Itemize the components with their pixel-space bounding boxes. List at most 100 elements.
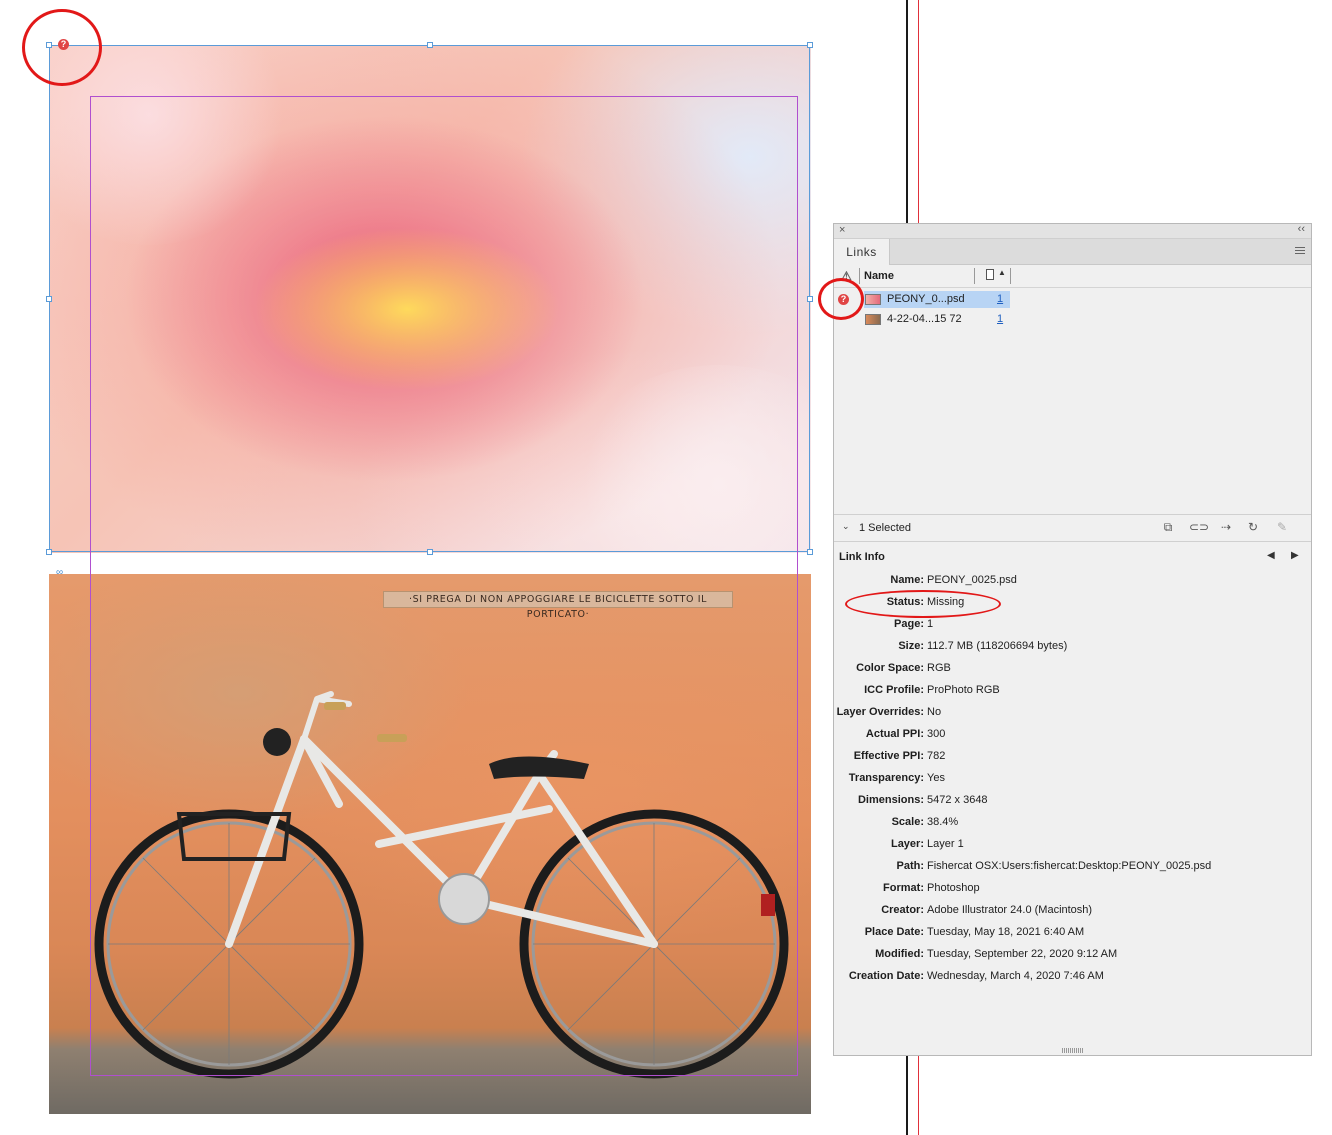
info-label: Name: bbox=[890, 574, 924, 586]
info-value: Wednesday, March 4, 2020 7:46 AM bbox=[927, 970, 1104, 982]
chevron-down-icon[interactable]: ⌄ bbox=[842, 521, 850, 532]
info-row-layer-overrides: Layer Overrides: No bbox=[834, 706, 1311, 728]
info-label: Transparency: bbox=[848, 772, 924, 784]
edit-original-icon[interactable]: ✎ bbox=[1274, 520, 1290, 534]
links-panel: × ‹‹ Links ⚠ Name ▲ ? PEONY_0...psd 1 4-… bbox=[833, 223, 1312, 1056]
resize-handle[interactable] bbox=[807, 296, 813, 302]
info-row-creation-date: Creation Date: Wednesday, March 4, 2020 7… bbox=[834, 970, 1311, 992]
info-label: Color Space: bbox=[856, 662, 924, 674]
resize-handle[interactable] bbox=[807, 42, 813, 48]
info-value: Tuesday, September 22, 2020 9:12 AM bbox=[927, 948, 1118, 960]
column-separator[interactable] bbox=[974, 268, 975, 284]
resize-handle[interactable] bbox=[807, 549, 813, 555]
info-value: ProPhoto RGB bbox=[927, 684, 1000, 696]
info-row-path: Path: Fishercat OSX:Users:fishercat:Deskt… bbox=[834, 860, 1311, 882]
info-value: Tuesday, May 18, 2021 6:40 AM bbox=[927, 926, 1085, 938]
info-row-dimensions: Dimensions: 5472 x 3648 bbox=[834, 794, 1311, 816]
info-label: Effective PPI: bbox=[853, 750, 924, 762]
panel-tab-row: Links bbox=[834, 239, 1311, 265]
info-label: Path: bbox=[896, 860, 925, 872]
link-info-header: Link Info ◀ ▶ bbox=[834, 546, 1311, 568]
info-value: 112.7 MB (118206694 bytes) bbox=[927, 640, 1068, 652]
info-value: 300 bbox=[927, 728, 946, 740]
info-row-transparency: Transparency: Yes bbox=[834, 772, 1311, 794]
annotation-circle bbox=[818, 278, 864, 320]
tab-links[interactable]: Links bbox=[834, 239, 890, 265]
info-row-creator: Creator: Adobe Illustrator 24.0 (Macintos… bbox=[834, 904, 1311, 926]
column-separator[interactable] bbox=[1010, 268, 1011, 284]
link-name: 4-22-04...15 72 bbox=[887, 313, 962, 325]
link-thumbnail bbox=[865, 294, 881, 305]
info-value: Layer 1 bbox=[927, 838, 964, 850]
info-label: ICC Profile: bbox=[864, 684, 924, 696]
link-thumbnail bbox=[865, 314, 881, 325]
page-column-icon[interactable] bbox=[986, 269, 994, 280]
info-value: 1 bbox=[927, 618, 934, 630]
resize-handle[interactable] bbox=[46, 296, 52, 302]
goto-link-icon[interactable]: ⇢ bbox=[1218, 520, 1234, 534]
info-value: Yes bbox=[927, 772, 945, 784]
info-value: PEONY_0025.psd bbox=[927, 574, 1017, 586]
info-label: Layer Overrides: bbox=[836, 706, 924, 718]
info-label: Scale: bbox=[891, 816, 924, 828]
link-chain-icon[interactable]: ∞ bbox=[56, 567, 63, 578]
link-row[interactable]: 4-22-04...15 72 1 bbox=[864, 311, 1010, 328]
link-page-number[interactable]: 1 bbox=[997, 291, 1003, 308]
column-separator[interactable] bbox=[859, 268, 860, 284]
info-value: Adobe Illustrator 24.0 (Macintosh) bbox=[927, 904, 1093, 916]
close-icon[interactable]: × bbox=[839, 224, 845, 236]
info-row-effective-ppi: Effective PPI: 782 bbox=[834, 750, 1311, 772]
bicycle-illustration bbox=[94, 691, 789, 1079]
selection-count: 1 Selected bbox=[859, 522, 911, 534]
resize-handle[interactable] bbox=[427, 42, 433, 48]
info-label: Modified: bbox=[875, 948, 924, 960]
link-name: PEONY_0...psd bbox=[887, 293, 965, 305]
info-label: Layer: bbox=[890, 838, 924, 850]
collapse-icon[interactable]: ‹‹ bbox=[1298, 223, 1305, 235]
info-label: Creation Date: bbox=[848, 970, 924, 982]
info-label: Page: bbox=[894, 618, 924, 630]
next-link-icon[interactable]: ▶ bbox=[1291, 550, 1299, 561]
info-value: RGB bbox=[927, 662, 951, 674]
annotation-ellipse bbox=[845, 590, 1001, 618]
update-link-icon[interactable]: ↻ bbox=[1245, 520, 1261, 534]
panel-titlebar[interactable]: × ‹‹ bbox=[834, 223, 1311, 239]
info-value: No bbox=[927, 706, 942, 718]
resize-handle[interactable] bbox=[46, 549, 52, 555]
name-column-header[interactable]: Name bbox=[864, 270, 894, 282]
info-row-icc-profile: ICC Profile: ProPhoto RGB bbox=[834, 684, 1311, 706]
peony-image-frame[interactable] bbox=[49, 45, 811, 553]
relink-cc-icon[interactable]: ⧉ bbox=[1160, 520, 1176, 534]
bicycle-image-frame[interactable]: ·SI PREGA DI NON APPOGGIARE LE BICICLETT… bbox=[49, 574, 811, 1114]
link-info-title: Link Info bbox=[839, 551, 885, 563]
info-row-format: Format: Photoshop bbox=[834, 882, 1311, 904]
info-label: Actual PPI: bbox=[865, 728, 924, 740]
info-label: Dimensions: bbox=[857, 794, 924, 806]
petal-highlight bbox=[569, 365, 811, 553]
info-row-page: Page: 1 bbox=[834, 618, 1311, 640]
relink-icon[interactable]: ⊂⊃ bbox=[1189, 520, 1209, 534]
info-value: 38.4% bbox=[927, 816, 959, 828]
link-row[interactable]: PEONY_0...psd 1 bbox=[864, 291, 1010, 308]
sort-ascending-icon[interactable]: ▲ bbox=[998, 268, 1006, 277]
info-row-modified: Modified: Tuesday, September 22, 2020 9:1… bbox=[834, 948, 1311, 970]
info-value: Fishercat OSX:Users:fishercat:Desktop:PE… bbox=[927, 860, 1212, 872]
link-page-number[interactable]: 1 bbox=[997, 311, 1003, 328]
info-row-color-space: Color Space: RGB bbox=[834, 662, 1311, 684]
selection-toolbar: ⌄ 1 Selected ⧉ ⊂⊃ ⇢ ↻ ✎ bbox=[834, 514, 1311, 542]
info-row-layer: Layer: Layer 1 bbox=[834, 838, 1311, 860]
info-label: Format: bbox=[883, 882, 924, 894]
panel-resize-grip[interactable] bbox=[1062, 1048, 1084, 1053]
panel-menu-icon[interactable] bbox=[1295, 247, 1305, 255]
info-row-size: Size: 112.7 MB (118206694 bytes) bbox=[834, 640, 1311, 662]
info-row-actual-ppi: Actual PPI: 300 bbox=[834, 728, 1311, 750]
info-row-place-date: Place Date: Tuesday, May 18, 2021 6:40 AM bbox=[834, 926, 1311, 948]
info-label: Size: bbox=[898, 640, 924, 652]
info-label: Creator: bbox=[881, 904, 924, 916]
info-value: Photoshop bbox=[927, 882, 980, 894]
resize-handle[interactable] bbox=[427, 549, 433, 555]
info-value: 5472 x 3648 bbox=[927, 794, 988, 806]
info-label: Place Date: bbox=[864, 926, 924, 938]
info-row-scale: Scale: 38.4% bbox=[834, 816, 1311, 838]
previous-link-icon[interactable]: ◀ bbox=[1267, 550, 1275, 561]
